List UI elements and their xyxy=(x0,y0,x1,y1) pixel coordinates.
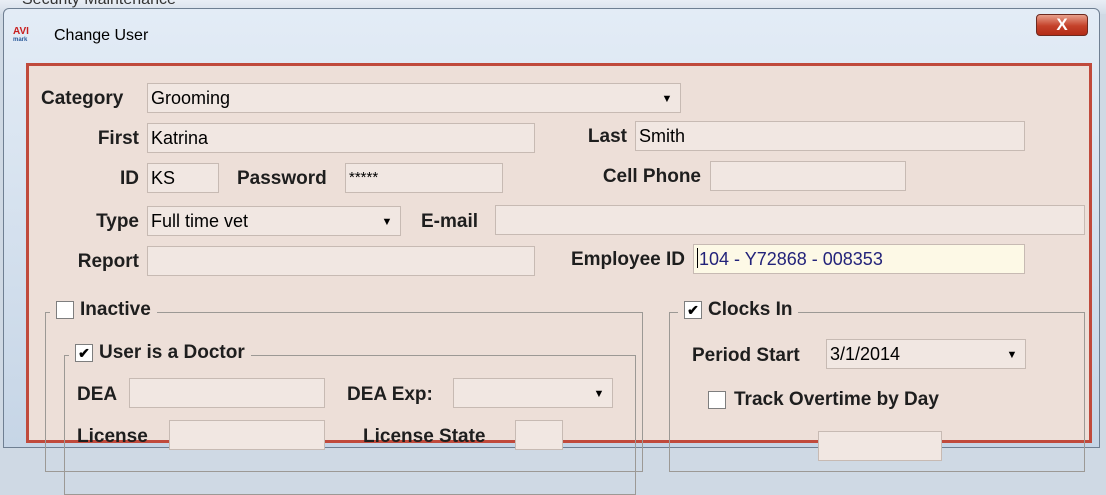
text-cursor xyxy=(697,248,698,268)
doctor-label: User is a Doctor xyxy=(99,342,245,363)
inactive-checkbox[interactable] xyxy=(56,301,74,319)
report-field[interactable] xyxy=(147,246,535,276)
clocks-in-header: ✔ Clocks In xyxy=(678,298,799,322)
id-field[interactable]: KS xyxy=(147,163,219,193)
dea-field[interactable] xyxy=(129,378,325,408)
clocks-in-checkbox[interactable]: ✔ xyxy=(684,301,702,319)
dea-exp-dropdown[interactable]: ▼ xyxy=(453,378,613,408)
type-label: Type xyxy=(96,211,139,232)
chevron-down-icon[interactable]: ▼ xyxy=(587,380,611,406)
license-label: License xyxy=(77,426,148,447)
password-field[interactable]: ***** xyxy=(345,163,503,193)
clocks-in-label: Clocks In xyxy=(708,299,793,320)
report-label: Report xyxy=(77,251,139,272)
employee-id-field[interactable]: 104 - Y72868 - 008353 xyxy=(693,244,1025,274)
employee-id-value: 104 - Y72868 - 008353 xyxy=(699,249,883,269)
id-label: ID xyxy=(120,168,139,189)
app-icon: AVI mark xyxy=(13,27,39,45)
chevron-down-icon[interactable]: ▼ xyxy=(1000,341,1024,367)
first-name-field[interactable]: Katrina xyxy=(147,123,535,153)
employee-id-label: Employee ID xyxy=(570,249,685,270)
doctor-checkbox[interactable]: ✔ xyxy=(75,344,93,362)
category-label: Category xyxy=(41,88,124,109)
dea-exp-label: DEA Exp: xyxy=(347,384,433,405)
track-overtime-checkbox[interactable] xyxy=(708,391,726,409)
track-overtime-label: Track Overtime by Day xyxy=(734,389,939,410)
first-label: First xyxy=(97,128,139,149)
chevron-down-icon[interactable]: ▼ xyxy=(655,85,679,111)
doctor-group: ✔ User is a Doctor DEA DEA Exp: ▼ Licens… xyxy=(64,341,636,495)
inactive-header: Inactive xyxy=(50,298,157,322)
close-button[interactable]: X xyxy=(1036,14,1088,36)
cell-phone-label: Cell Phone xyxy=(602,166,701,187)
extra-field[interactable] xyxy=(818,431,942,461)
period-start-dropdown[interactable]: 3/1/2014 ▼ xyxy=(826,339,1026,369)
clocks-in-group: ✔ Clocks In Period Start 3/1/2014 ▼ Trac… xyxy=(669,298,1085,472)
track-overtime-option[interactable]: Track Overtime by Day xyxy=(708,389,939,411)
email-field[interactable] xyxy=(495,205,1085,235)
change-user-window: AVI mark Change User X Category Grooming… xyxy=(3,8,1100,495)
chevron-down-icon[interactable]: ▼ xyxy=(375,208,399,234)
title-bar: AVI mark Change User X xyxy=(4,9,1099,59)
last-name-field[interactable]: Smith xyxy=(635,121,1025,151)
form-area: Category Grooming ▼ First Katrina Last S… xyxy=(26,63,1092,495)
period-start-label: Period Start xyxy=(692,345,800,366)
license-state-label: License State xyxy=(363,426,486,447)
window-title: Change User xyxy=(54,27,149,44)
app-icon-subtext: mark xyxy=(13,37,28,43)
doctor-header: ✔ User is a Doctor xyxy=(69,341,251,365)
type-dropdown[interactable]: Full time vet ▼ xyxy=(147,206,401,236)
inactive-label: Inactive xyxy=(80,299,151,320)
period-start-value: 3/1/2014 xyxy=(830,344,901,364)
password-label: Password xyxy=(237,168,327,189)
cell-phone-field[interactable] xyxy=(710,161,906,191)
last-label: Last xyxy=(587,126,627,147)
category-value: Grooming xyxy=(151,88,231,108)
app-icon-text: AVI xyxy=(13,26,29,37)
category-dropdown[interactable]: Grooming ▼ xyxy=(147,83,681,113)
email-label: E-mail xyxy=(421,211,479,232)
type-value: Full time vet xyxy=(151,211,249,231)
inactive-group: Inactive ✔ User is a Doctor DEA DEA Exp:… xyxy=(45,298,643,495)
dea-label: DEA xyxy=(77,384,118,405)
